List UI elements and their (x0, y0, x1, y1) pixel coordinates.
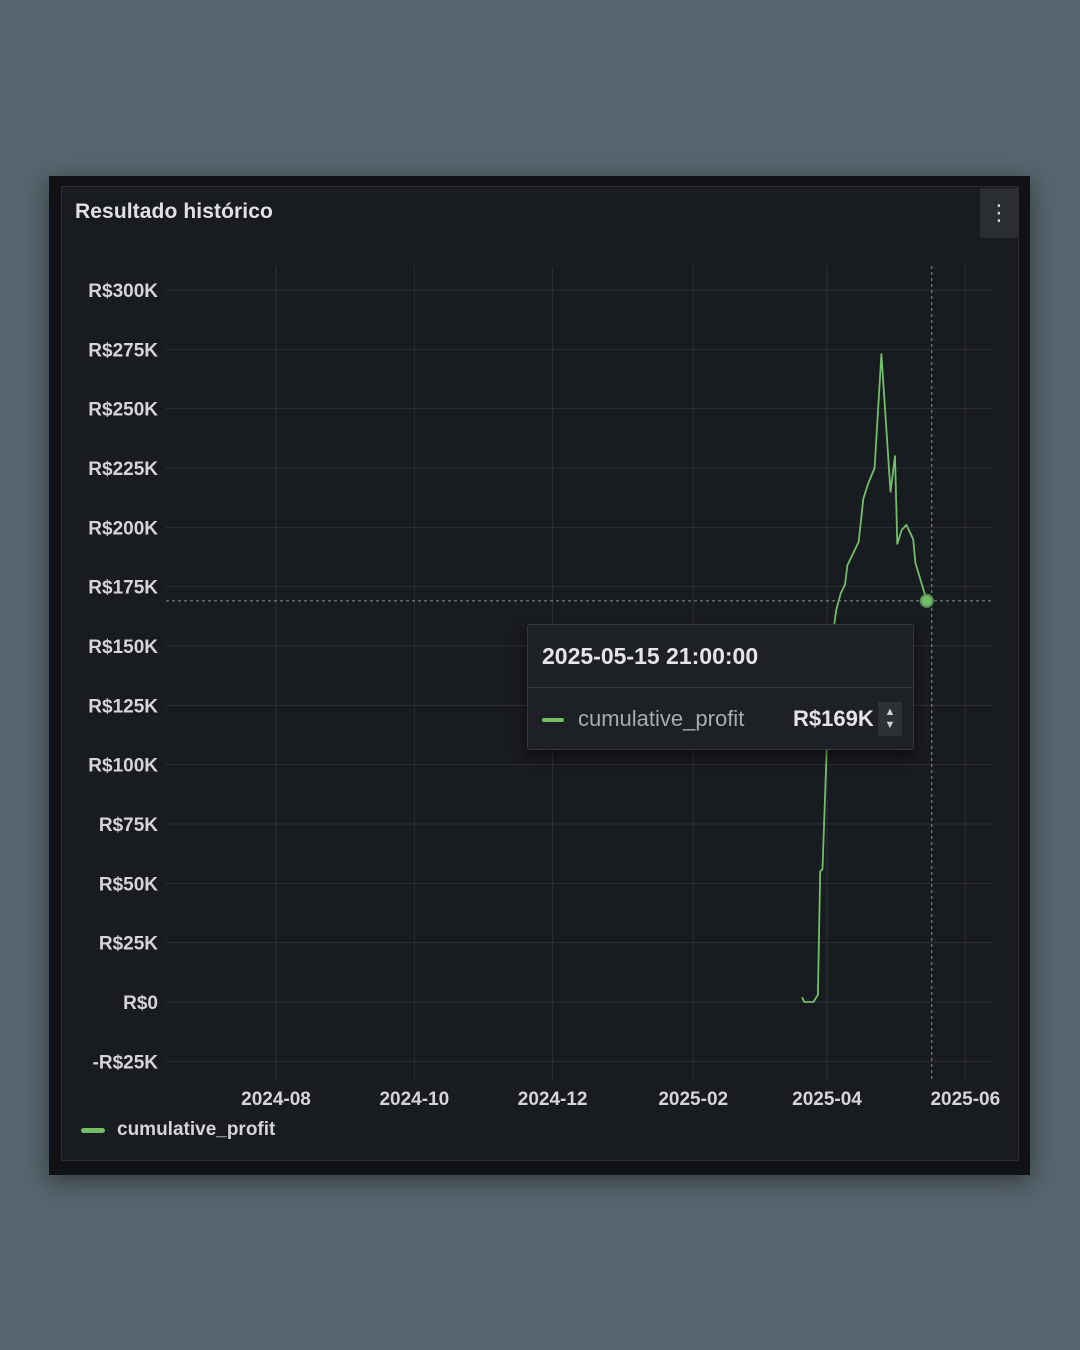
hover-tooltip: 2025-05-15 21:00:00 cumulative_profit R$… (527, 624, 914, 750)
y-tick-label: R$200K (88, 518, 158, 539)
x-tick-label: 2025-06 (930, 1089, 1000, 1110)
y-tick-label: R$225K (88, 459, 158, 480)
y-tick-label: R$300K (88, 281, 158, 302)
y-tick-label: R$275K (88, 340, 158, 361)
legend-swatch (81, 1127, 105, 1133)
x-tick-label: 2024-08 (241, 1089, 311, 1110)
tooltip-series-name: cumulative_profit (578, 706, 745, 731)
y-tick-label: R$25K (99, 934, 158, 955)
tooltip-time: 2025-05-15 21:00:00 (542, 643, 759, 669)
legend-label: cumulative_profit (117, 1119, 276, 1140)
hover-point (919, 593, 934, 608)
y-tick-label: R$125K (88, 696, 158, 717)
stepper-up-icon[interactable]: ▲ (885, 706, 896, 719)
y-tick-label: R$100K (88, 756, 158, 777)
x-tick-label: 2025-04 (792, 1089, 862, 1110)
x-tick-label: 2024-10 (379, 1089, 449, 1110)
legend-item-cumulative-profit[interactable]: cumulative_profit (81, 1119, 275, 1141)
y-tick-label: R$250K (88, 400, 158, 421)
y-tick-label: -R$25K (93, 1052, 159, 1073)
tooltip-divider (528, 687, 913, 688)
x-axis: 2024-08 2024-10 2024-12 2025-02 2025-04 2025-… (241, 1089, 1000, 1110)
tooltip-value: R$169K (793, 706, 874, 731)
stepper-down-icon[interactable]: ▼ (885, 719, 896, 732)
x-tick-label: 2025-02 (658, 1089, 728, 1110)
y-axis: R$300K R$275K R$250K R$225K R$200K R$175K R$15… (88, 281, 158, 1073)
x-tick-label: 2024-12 (518, 1089, 588, 1110)
y-tick-label: R$75K (99, 815, 158, 836)
y-tick-label: R$50K (99, 874, 158, 895)
tooltip-series-swatch (542, 718, 564, 722)
tooltip-stepper[interactable]: ▲ ▼ (878, 702, 902, 736)
y-tick-label: R$175K (88, 578, 158, 599)
y-tick-label: R$0 (123, 993, 158, 1014)
y-tick-label: R$150K (88, 637, 158, 658)
